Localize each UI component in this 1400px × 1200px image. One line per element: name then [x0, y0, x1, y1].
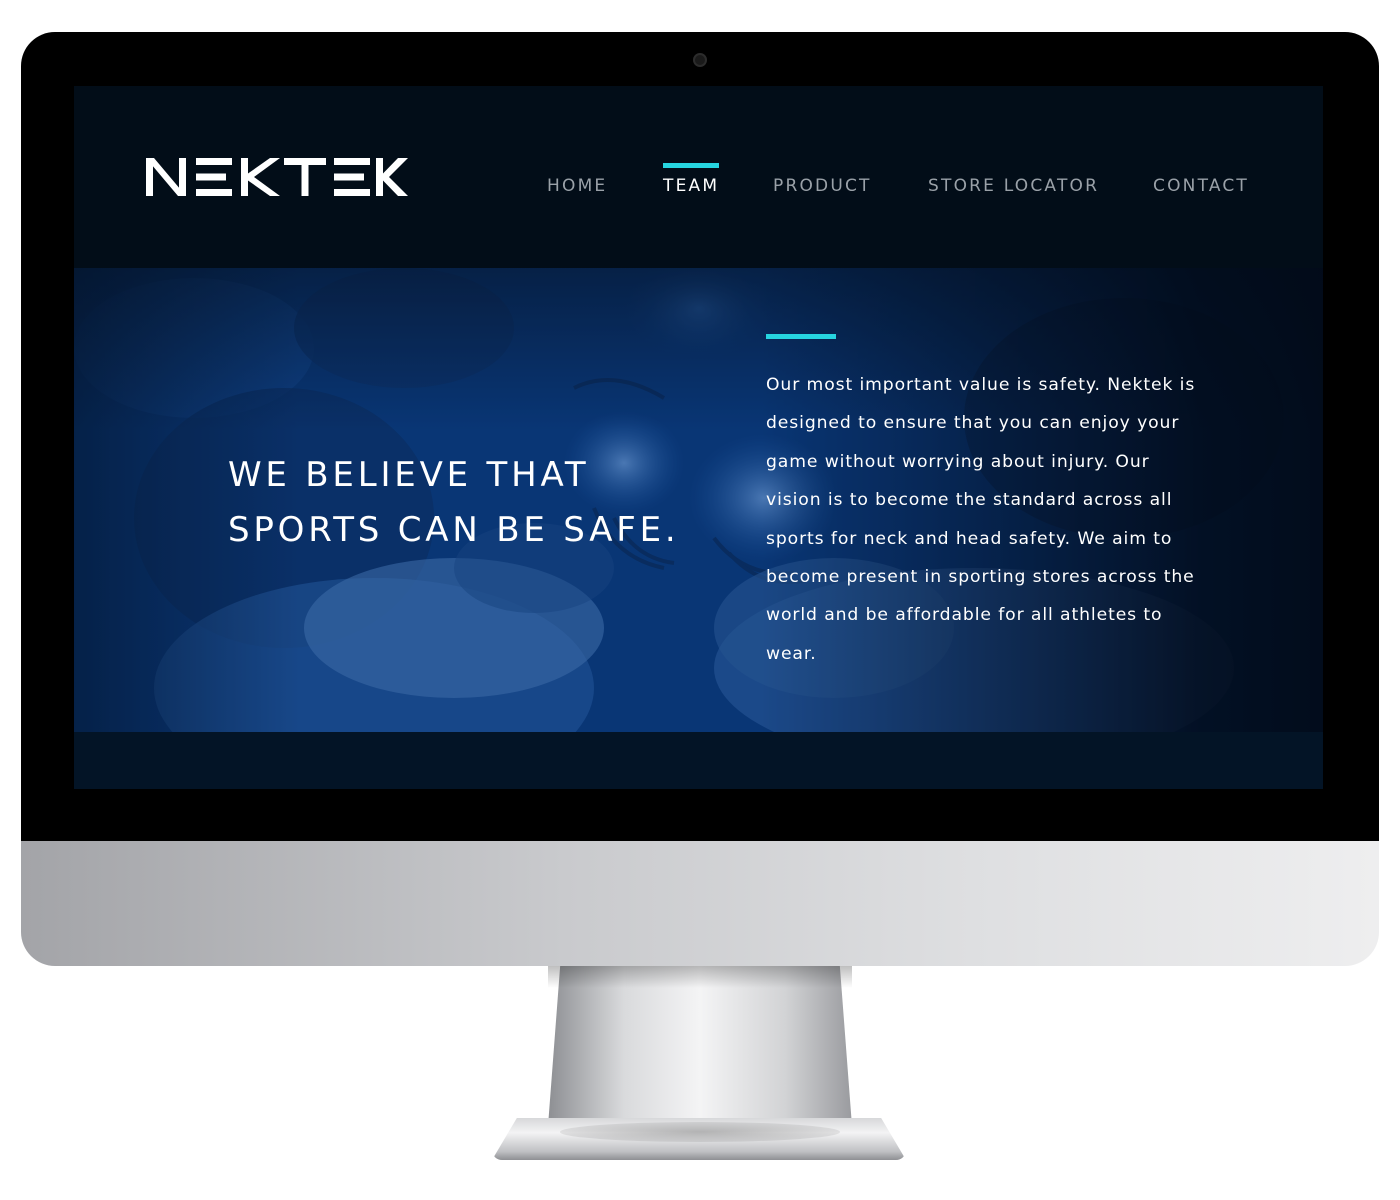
nav-item-home[interactable]: HOME — [547, 176, 607, 196]
nav-item-label: PRODUCT — [773, 176, 872, 196]
monitor-stand-neck — [548, 966, 852, 1126]
nav-item-store-locator[interactable]: STORE LOCATOR — [928, 176, 1099, 196]
active-nav-indicator — [663, 163, 720, 168]
footer-strip — [74, 732, 1323, 789]
nav-item-label: HOME — [547, 176, 608, 196]
hero-section: WE BELIEVE THAT SPORTS CAN BE SAFE. Our … — [74, 268, 1323, 732]
nav-item-team[interactable]: TEAM — [663, 163, 720, 196]
monitor-chin — [21, 841, 1379, 966]
nav-item-contact[interactable]: CONTACT — [1153, 176, 1249, 196]
nav-item-label: TEAM — [663, 176, 720, 196]
monitor-base-shadow — [560, 1122, 840, 1142]
hero-heading-line-1: WE BELIEVE THAT — [228, 455, 590, 495]
hero-heading: WE BELIEVE THAT SPORTS CAN BE SAFE. — [228, 448, 748, 558]
nav-item-label: CONTACT — [1153, 176, 1250, 196]
hero-heading-line-2: SPORTS CAN BE SAFE. — [228, 510, 680, 550]
nav-item-product[interactable]: PRODUCT — [773, 176, 872, 196]
site-header: HOME TEAM PRODUCT STORE LOCATOR CONTACT — [74, 86, 1323, 268]
hero-accent-bar — [766, 334, 836, 339]
screen: HOME TEAM PRODUCT STORE LOCATOR CONTACT — [74, 86, 1323, 789]
main-nav: HOME TEAM PRODUCT STORE LOCATOR CONTACT — [74, 163, 1323, 200]
webcam-icon — [693, 53, 707, 67]
nav-item-label: STORE LOCATOR — [928, 176, 1100, 196]
hero-body-text: Our most important value is safety. Nekt… — [766, 375, 1196, 664]
monitor-stand-shadow — [548, 966, 852, 988]
